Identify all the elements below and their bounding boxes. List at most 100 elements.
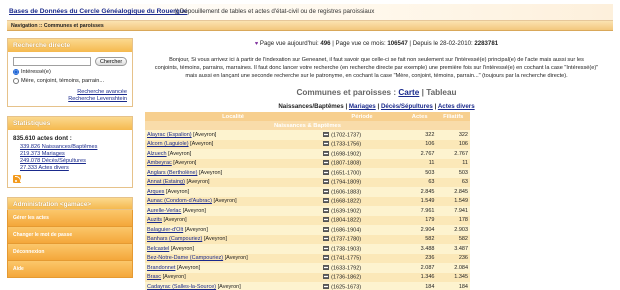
actes-cell: 2.904 — [402, 225, 437, 235]
locality-link[interactable]: Alayrac (Espalion) — [147, 132, 192, 138]
table-row: Alcorn (Laguiole) [Aveyron] (1733-1756) 10… — [145, 139, 470, 149]
list-icon[interactable] — [323, 131, 330, 137]
list-icon[interactable] — [323, 150, 330, 156]
list-icon[interactable] — [323, 217, 330, 222]
locality-link[interactable]: Anglars (Bertholène) — [147, 170, 197, 176]
search-input[interactable] — [13, 57, 92, 66]
type-divers-link[interactable]: Actes divers — [438, 103, 475, 110]
period-cell: (1651-1700) — [321, 168, 403, 178]
list-icon[interactable] — [323, 188, 330, 194]
list-icon[interactable] — [323, 207, 330, 213]
filiatifs-cell: 503 — [436, 168, 470, 178]
radio-unselected-icon[interactable] — [13, 78, 19, 84]
type-deces-link[interactable]: Décès/Sépultures — [381, 103, 433, 110]
table-row: Banhars (Campouriez) [Aveyron] (1737-1780… — [145, 234, 470, 244]
radio-mere-conjoint-label: Mère, conjoint, témoins, parrain... — [21, 78, 105, 84]
department-label: [Aveyron] — [198, 169, 223, 176]
levenshtein-search-link[interactable]: Recherche Levenshtein — [68, 96, 127, 102]
radio-interesse[interactable]: Intéressé(e) — [13, 69, 127, 75]
locality-link[interactable]: Alzuech — [147, 151, 167, 157]
actes-cell: 582 — [402, 234, 437, 244]
stat-link-deces[interactable]: 249.078 Décès/Sépultures — [20, 158, 127, 164]
stat-link-divers[interactable]: 27.333 Actes divers — [20, 165, 127, 171]
mode-tableau: Tableau — [426, 88, 457, 97]
locality-link[interactable]: Aurelle-Verlac — [147, 208, 181, 214]
period-cell: (1794-1809) — [321, 177, 403, 187]
locality-cell: Brasc [Aveyron] — [145, 272, 322, 282]
actes-cell: 106 — [402, 139, 437, 149]
radio-mere-conjoint[interactable]: Mère, conjoint, témoins, parrain... — [13, 78, 127, 84]
locality-link[interactable]: Cadayrac (Salles-la-Source) — [147, 284, 216, 290]
list-icon[interactable] — [323, 274, 330, 279]
locality-link[interactable]: Bez-Notre-Dame (Campouriez) — [147, 255, 223, 261]
locality-link[interactable]: Banhars (Campouriez) — [147, 236, 202, 242]
admin-item-change-password[interactable]: Changer le mot de passe — [7, 227, 133, 244]
period-cell: (1639-1902) — [321, 206, 403, 216]
locality-link[interactable]: Arques — [147, 189, 164, 195]
actes-cell: 2.845 — [402, 187, 437, 197]
locality-link[interactable]: Ambeyrac — [147, 160, 172, 166]
stat-link-naissances[interactable]: 339.826 Naissances/Baptêmes — [20, 144, 127, 150]
department-label: [Aveyron] — [176, 264, 201, 271]
admin-item-help[interactable]: Aide — [7, 261, 133, 278]
search-button[interactable]: Chercher — [95, 57, 127, 66]
period-cell: (1733-1756) — [321, 139, 403, 149]
table-row: Cadayrac (Salles-la-Source) [Aveyron] (16… — [145, 282, 470, 290]
rss-icon[interactable] — [13, 175, 21, 183]
views-month: 106547 — [387, 40, 408, 47]
intro-text: Bonjour, Si vous arrivez ici à partir de… — [154, 57, 599, 79]
list-icon[interactable] — [323, 169, 330, 175]
list-icon[interactable] — [323, 226, 330, 232]
locality-cell: Bez-Notre-Dame (Campouriez) [Aveyron] — [145, 253, 322, 263]
table-row: Balaguier-d'Olt [Aveyron] (1686-1904) 2.90… — [145, 225, 470, 235]
period-cell: (1686-1904) — [321, 225, 403, 235]
locality-link[interactable]: Belcastel — [147, 246, 169, 252]
filiatifs-cell: 2.084 — [436, 263, 470, 273]
locality-cell: Alayrac (Espalion) [Aveyron] — [145, 130, 322, 140]
locality-link[interactable]: Auzits — [147, 217, 162, 223]
stats-box: Statistiques 835.610 actes dont : 339.82… — [7, 116, 133, 188]
list-icon[interactable] — [323, 245, 330, 251]
locality-cell: Banhars (Campouriez) [Aveyron] — [145, 234, 322, 244]
locality-link[interactable]: Brandonnet — [147, 265, 175, 271]
period-cell: (1738-1903) — [321, 244, 403, 254]
advanced-search-link[interactable]: Recherche avancée — [77, 89, 127, 95]
type-mariages-link[interactable]: Mariages — [349, 103, 376, 110]
actes-cell: 2.087 — [402, 263, 437, 273]
list-icon[interactable] — [323, 236, 330, 241]
table-row: Brasc [Aveyron] (1736-1862) 1.346 1.345 — [145, 272, 470, 282]
locality-link[interactable]: Aunac (Condom-d'Aubrac) — [147, 198, 212, 204]
filiatifs-cell: 1.549 — [436, 196, 470, 206]
filiatifs-cell: 2.845 — [436, 187, 470, 197]
department-label: [Aveyron] — [184, 226, 208, 233]
list-icon[interactable] — [323, 141, 330, 146]
sidebar: Recherche directe Chercher Intéressé(e) … — [7, 38, 133, 278]
filiatifs-cell: 3.487 — [436, 244, 470, 254]
admin-item-logout[interactable]: Déconnexion — [7, 244, 133, 261]
locality-link[interactable]: Brasc — [147, 274, 161, 280]
locality-link[interactable]: Alcorn (Laguiole) — [147, 141, 189, 147]
actes-cell: 3.488 — [402, 244, 437, 254]
list-icon[interactable] — [323, 264, 330, 270]
department-label: [Aveyron] — [193, 131, 217, 138]
period-cell: (1668-1822) — [321, 196, 403, 206]
actes-cell: 179 — [402, 215, 437, 225]
stat-link-mariages[interactable]: 219.373 Mariages — [20, 151, 127, 157]
list-icon[interactable] — [323, 255, 330, 260]
radio-selected-icon[interactable] — [13, 69, 19, 75]
site-title-link[interactable]: Bases de Données du Cercle Généalogique … — [9, 8, 187, 15]
list-icon[interactable] — [323, 283, 330, 289]
list-icon[interactable] — [323, 160, 330, 165]
locality-link[interactable]: Balaguier-d'Olt — [147, 227, 183, 233]
col-filiatifs: Filiatifs — [436, 112, 470, 121]
locality-link[interactable]: Annat (Estaing) — [147, 179, 185, 185]
locality-cell: Alzuech [Aveyron] — [145, 149, 322, 159]
locality-cell: Annat (Estaing) [Aveyron] — [145, 177, 322, 187]
view-mode-switch: Communes et paroisses : Carte | Tableau — [296, 88, 457, 97]
type-current: Naissances/Baptêmes — [278, 103, 344, 110]
mode-carte-link[interactable]: Carte — [398, 88, 419, 97]
admin-item-manage-acts[interactable]: Gérer les actes — [7, 210, 133, 227]
list-icon[interactable] — [323, 179, 330, 184]
list-icon[interactable] — [323, 198, 330, 203]
period-cell: (1606-1883) — [321, 187, 403, 197]
